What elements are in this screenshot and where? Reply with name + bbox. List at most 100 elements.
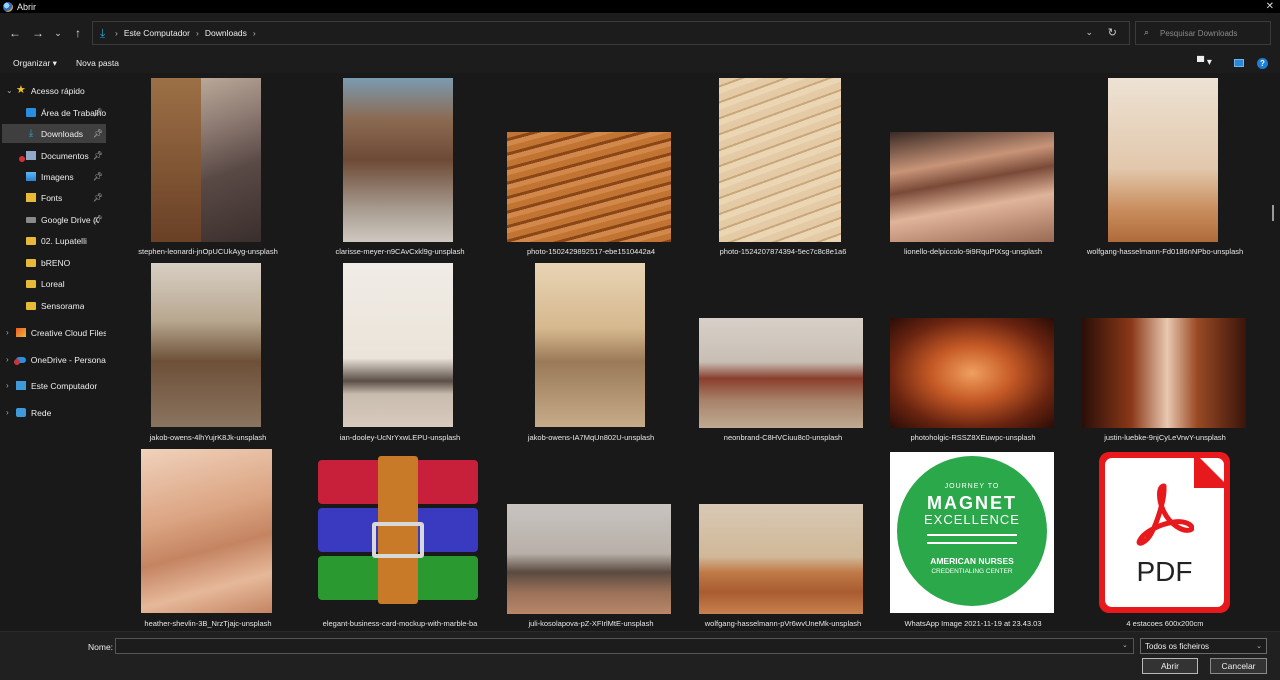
archive-icon	[316, 456, 480, 604]
breadcrumb-este-computador[interactable]: Este Computador	[124, 28, 190, 38]
navigation-pane: ⌄ ★ Acesso rápido Área de Trabalho 📌︎ ⤓ …	[0, 73, 108, 631]
computer-icon	[16, 381, 26, 390]
image-thumbnail	[699, 318, 863, 428]
creative-cloud-icon	[15, 328, 26, 337]
sidebar-item-label: Rede	[31, 407, 52, 418]
sidebar-item-label: Loreal	[41, 278, 65, 289]
forward-arrow-icon[interactable]: →	[31, 26, 45, 40]
scrollbar-thumb[interactable]	[1272, 205, 1274, 221]
search-input[interactable]	[1160, 25, 1268, 41]
file-name: jakob-owens-4lhYujrK8Jk-unsplash	[149, 433, 267, 442]
search-box[interactable]: ⌕	[1135, 21, 1271, 45]
back-arrow-icon[interactable]: ←	[8, 26, 22, 40]
file-name-label: Nome:	[88, 642, 114, 652]
recent-locations-chevron-icon[interactable]: ⌄	[51, 26, 65, 40]
pin-icon[interactable]: 📌︎	[93, 215, 103, 224]
file-name: wolfgang-hasselmann-pVr6wvUneMk-unsplash	[704, 619, 862, 628]
close-icon[interactable]: ✕	[1266, 0, 1274, 13]
cancel-button[interactable]: Cancelar	[1210, 658, 1267, 674]
sidebar-item-label: Fonts	[41, 192, 63, 203]
sidebar-item-label: Documentos	[41, 150, 89, 161]
sidebar-item-downloads[interactable]: ⤓ Downloads 📌︎	[2, 124, 106, 143]
acrobat-icon	[1136, 483, 1194, 546]
expand-chevron-icon[interactable]: ⌄	[6, 86, 16, 95]
download-icon: ⤓	[100, 26, 106, 40]
folder-icon	[26, 236, 36, 245]
window-title: Abrir	[17, 1, 37, 12]
image-thumbnail	[1082, 318, 1246, 428]
image-thumbnail	[343, 78, 453, 242]
image-thumbnail	[507, 504, 671, 614]
pin-icon[interactable]: 📌︎	[93, 108, 103, 117]
open-button[interactable]: Abrir	[1142, 658, 1198, 674]
logo-text: CREDENTIALING CENTER	[931, 568, 1013, 575]
breadcrumb-downloads[interactable]: Downloads	[205, 28, 247, 38]
sidebar-item-network[interactable]: › Rede	[2, 403, 106, 422]
file-grid: stephen-leonardi-jnOpUCUkAyg-unsplash cl…	[108, 73, 1268, 631]
address-bar[interactable]: ⤓ › Este Computador › Downloads › ⌄ ↻	[92, 21, 1130, 45]
preview-pane-icon[interactable]	[1234, 59, 1244, 67]
breadcrumb: › Este Computador › Downloads ›	[115, 28, 256, 38]
sidebar-item-desktop[interactable]: Área de Trabalho 📌︎	[2, 103, 106, 122]
chevron-down-icon: ⌄	[1256, 643, 1262, 650]
image-thumbnail	[151, 263, 261, 427]
chevron-down-icon[interactable]: ⌄	[1122, 641, 1128, 649]
logo-text: AMERICAN NURSES	[930, 556, 1014, 566]
sidebar-item-quick-access[interactable]: ⌄ ★ Acesso rápido	[2, 81, 106, 100]
file-name-input[interactable]	[115, 638, 1134, 654]
desktop-icon	[25, 108, 36, 117]
pin-icon[interactable]: 📌︎	[93, 151, 103, 160]
image-thumbnail	[507, 132, 671, 242]
sidebar-item-sensorama[interactable]: Sensorama	[2, 296, 106, 315]
organize-menu-button[interactable]: Organizar ▾	[13, 58, 57, 69]
sidebar-item-images[interactable]: Imagens 📌︎	[2, 167, 106, 186]
fonts-folder-icon	[26, 193, 36, 202]
image-thumbnail	[141, 449, 272, 613]
file-name: photoholgic-RSSZ8XEuwpc-unsplash	[910, 433, 1036, 442]
sidebar-item-loreal[interactable]: Loreal	[2, 274, 106, 293]
file-name: jakob-owens-IA7MqUn802U-unsplash	[527, 433, 655, 442]
pin-icon[interactable]: 📌︎	[93, 193, 103, 202]
vertical-scrollbar[interactable]	[1268, 73, 1280, 631]
file-name: WhatsApp Image 2021-11-19 at 23.43.03	[904, 619, 1042, 628]
expand-chevron-icon[interactable]: ›	[6, 328, 16, 337]
sidebar-item-google-drive[interactable]: Google Drive (G:) 📌︎	[2, 210, 106, 229]
expand-chevron-icon[interactable]: ›	[6, 408, 16, 417]
network-icon	[16, 408, 26, 417]
sidebar-item-02-lupatelli[interactable]: 02. Lupatelli	[2, 231, 106, 250]
sidebar-item-label: Sensorama	[41, 300, 85, 311]
pin-icon[interactable]: 📌︎	[93, 172, 103, 181]
expand-chevron-icon[interactable]: ›	[6, 381, 16, 390]
download-icon: ⤓	[28, 128, 34, 139]
help-icon[interactable]: ?	[1257, 58, 1268, 69]
image-thumbnail	[151, 78, 261, 242]
sidebar-item-documents[interactable]: Documentos 📌︎	[2, 146, 106, 165]
drive-icon	[26, 216, 36, 223]
sidebar-item-label: 02. Lupatelli	[41, 235, 87, 246]
file-type-value: Todos os ficheiros	[1145, 642, 1210, 651]
title-bar: Abrir ✕	[0, 0, 1280, 13]
sidebar-item-fonts[interactable]: Fonts 📌︎	[2, 188, 106, 207]
image-thumbnail	[890, 318, 1054, 428]
address-dropdown-chevron-icon[interactable]: ⌄	[1085, 27, 1093, 38]
refresh-icon[interactable]: ↻	[1108, 26, 1117, 39]
file-name: ian-dooley-UcNrYxwLEPU-unsplash	[339, 433, 461, 442]
breadcrumb-separator-icon[interactable]: ›	[253, 28, 256, 38]
file-type-select[interactable]: Todos os ficheiros ⌄	[1140, 638, 1267, 654]
sidebar-item-creative-cloud[interactable]: › Creative Cloud Files	[2, 323, 106, 342]
sidebar-item-breno[interactable]: bRENO	[2, 253, 106, 272]
view-options-icon[interactable]: ▀ ▾	[1197, 57, 1219, 69]
documents-icon	[26, 151, 36, 160]
sidebar-item-label: Imagens	[41, 171, 74, 182]
sidebar-item-label: OneDrive - Personal	[30, 354, 106, 365]
sidebar-item-label: Acesso rápido	[30, 85, 85, 96]
sync-error-icon	[14, 359, 20, 365]
up-arrow-icon[interactable]: ↑	[71, 26, 85, 40]
file-name: heather-shevlin-3B_NrzTjajc-unsplash	[144, 619, 272, 628]
file-name: 4 estacoes 600x200cm	[1126, 619, 1204, 628]
breadcrumb-separator-icon: ›	[196, 28, 199, 38]
new-folder-button[interactable]: Nova pasta	[76, 58, 119, 68]
pin-icon[interactable]: 📌︎	[93, 129, 103, 138]
file-name: photo-1502429892517-ebe1510442a4	[526, 247, 656, 256]
sidebar-item-this-pc[interactable]: › Este Computador	[2, 376, 106, 395]
